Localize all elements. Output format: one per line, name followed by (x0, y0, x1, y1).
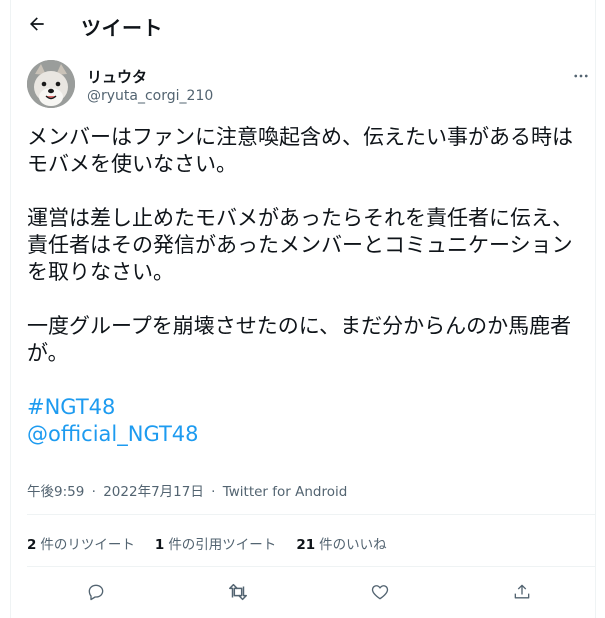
divider (27, 514, 595, 515)
tweet-paragraph-3: 一度グループを崩壊させたのに、まだ分からんのか馬鹿者が。 (27, 314, 572, 365)
share-button[interactable] (505, 575, 539, 609)
reply-icon (88, 584, 104, 601)
corgi-avatar-image (27, 60, 75, 108)
tweet-time[interactable]: 午後9:59 (27, 484, 84, 500)
meta-separator: · (211, 484, 216, 500)
tweet-column: ツイート リュウタ @ryuta_corgi_210 メンバーはファンに注意喚起… (10, 0, 596, 618)
author-name[interactable]: リュウタ (87, 66, 147, 87)
avatar[interactable] (27, 60, 75, 108)
share-icon (514, 584, 530, 599)
tweet-text: メンバーはファンに注意喚起含め、伝えたい事がある時はモバメを使いなさい。 運営は… (27, 124, 587, 448)
more-icon (574, 74, 588, 78)
like-button[interactable] (363, 575, 397, 609)
like-icon (371, 585, 389, 600)
more-options-button[interactable] (569, 64, 593, 88)
hashtag-link[interactable]: #NGT48 (27, 394, 587, 421)
tweet-paragraph-1: メンバーはファンに注意喚起含め、伝えたい事がある時はモバメを使いなさい。 (27, 125, 573, 176)
divider (27, 566, 595, 567)
meta-separator: · (91, 484, 96, 500)
tweet-stats: 2 件のリツイート 1 件の引用ツイート 21 件のいいね (27, 533, 387, 553)
page-title: ツイート (81, 16, 163, 40)
back-button[interactable] (19, 6, 55, 42)
action-bar (11, 575, 595, 609)
retweet-button[interactable] (221, 575, 255, 609)
likes-count: 21 (296, 537, 316, 553)
retweets-count: 2 (27, 537, 37, 553)
arrow-left-icon (30, 17, 44, 31)
likes-stat[interactable]: 21 件のいいね (296, 533, 386, 553)
tweet-links: #NGT48 @official_NGT48 (27, 394, 587, 448)
tweet-date[interactable]: 2022年7月17日 (103, 484, 204, 500)
mention-link[interactable]: @official_NGT48 (27, 421, 587, 448)
retweets-stat[interactable]: 2 件のリツイート (27, 533, 135, 553)
tweet-client[interactable]: Twitter for Android (223, 484, 348, 500)
retweet-icon (229, 583, 247, 601)
quotes-count: 1 (154, 537, 165, 553)
header: ツイート (11, 0, 595, 50)
retweets-label: 件のリツイート (40, 537, 135, 553)
reply-button[interactable] (79, 575, 113, 609)
quotes-label: 件の引用ツイート (168, 537, 277, 553)
tweet-paragraph-2: 運営は差し止めたモバメがあったらそれを責任者に伝え、責任者はその発信があったメン… (27, 206, 573, 284)
author-handle[interactable]: @ryuta_corgi_210 (87, 88, 213, 104)
tweet-meta: 午後9:59 · 2022年7月17日 · Twitter for Androi… (27, 480, 347, 500)
quotes-stat[interactable]: 1 件の引用ツイート (155, 533, 276, 553)
likes-label: 件のいいね (319, 537, 387, 553)
